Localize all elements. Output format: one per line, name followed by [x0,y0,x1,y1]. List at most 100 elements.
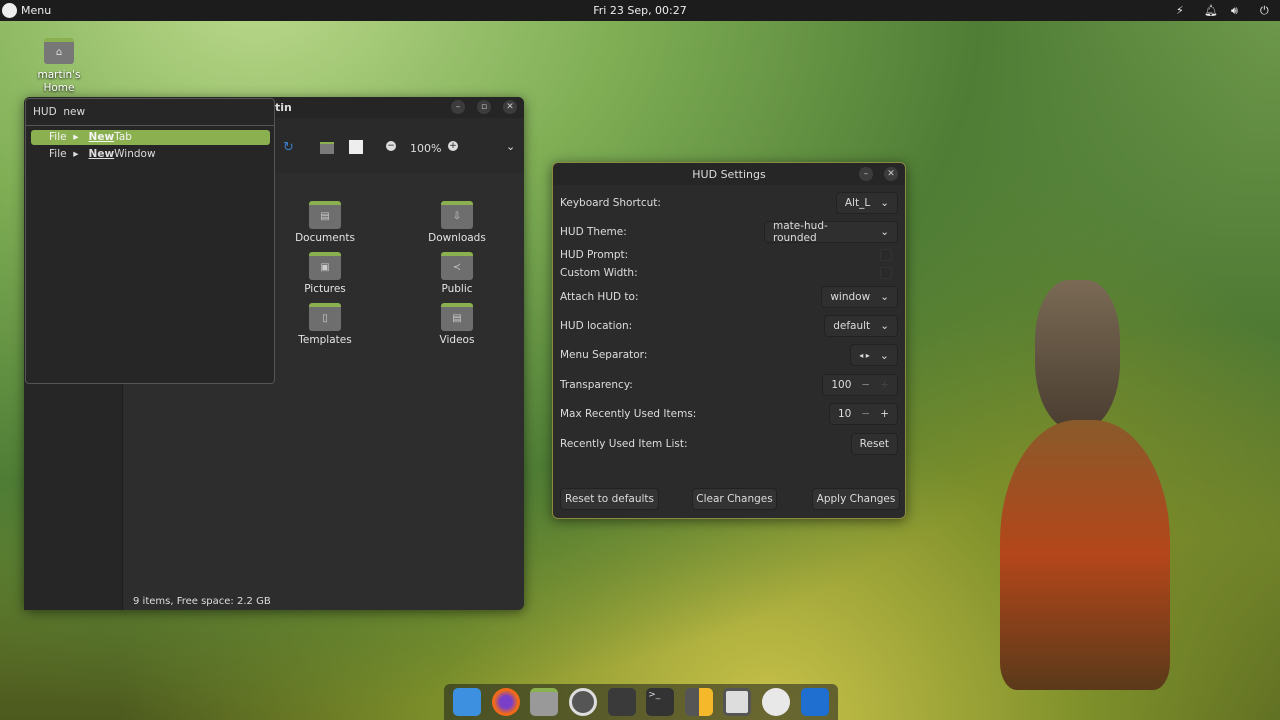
hud-location-dropdown[interactable]: default ⌄ [824,315,898,337]
clock[interactable]: Fri 23 Sep, 00:27 [0,4,1280,17]
title-bar[interactable]: HUD Settings – ✕ [553,163,905,185]
label: Recently Used Item List: [560,438,688,450]
hud-settings-window: HUD Settings – ✕ Keyboard Shortcut: Alt_L… [552,162,906,519]
pictures-folder-icon: ▣ [309,252,341,280]
label: HUD location: [560,320,633,332]
chevron-down-icon: ⌄ [880,320,889,332]
hud-theme-dropdown[interactable]: mate-hud-rounded ⌄ [764,220,898,244]
reload-icon[interactable]: ↻ [283,140,294,155]
firefox-icon[interactable] [491,688,520,716]
decrement-button[interactable]: − [861,379,870,391]
menu-button[interactable]: Menu [2,3,51,18]
computer-icon[interactable] [349,140,363,154]
chevron-down-icon: ⌄ [880,291,889,303]
share-folder-icon: ≺ [441,252,473,280]
file-manager-blue-icon[interactable] [453,688,482,716]
zoom-out-button[interactable]: − [386,141,396,151]
trash-icon[interactable] [800,688,829,716]
folder-pictures[interactable]: ▣ Pictures [280,252,370,295]
folder-downloads[interactable]: ⇩ Downloads [412,201,502,244]
label: HUD Theme: [560,226,627,238]
hud-result[interactable]: File ▸ NewWindow [31,147,270,162]
reset-defaults-button[interactable]: Reset to defaults [560,488,659,510]
system-monitor-icon[interactable] [607,688,636,716]
folder-label: Pictures [304,283,346,295]
clear-changes-button[interactable]: Clear Changes [692,488,777,510]
folder-label: Videos [439,334,475,346]
transparency-spinner[interactable]: 100− + [822,374,898,396]
chevron-down-icon[interactable]: ⌄ [506,140,515,153]
keyboard-shortcut-dropdown[interactable]: Alt_L ⌄ [835,192,898,214]
result-menu: File [49,148,67,160]
hud-prompt-checkbox[interactable] [880,249,892,261]
result-match: New [88,148,115,160]
folder-videos[interactable]: ▤ Videos [412,303,502,346]
result-item: Window [114,148,156,160]
chevron-down-icon: ⌄ [879,348,889,362]
window-title: HUD Settings [692,168,766,181]
value: ◂ ▸ [859,350,870,360]
folder-label: Downloads [428,232,486,244]
hud-query: HUD new [33,106,86,118]
label: HUD Prompt: [560,249,629,261]
download-folder-icon: ⇩ [441,201,473,229]
apply-changes-button[interactable]: Apply Changes [812,488,900,510]
folder-view-icon[interactable] [320,142,334,154]
reset-recent-button[interactable]: Reset [850,433,898,455]
calculator-icon[interactable] [684,688,713,716]
value: default [833,320,871,332]
desktop-home-icon[interactable]: ⌂ martin's Home [24,38,94,94]
label: Transparency: [560,379,633,391]
power-icon[interactable]: ⏻ [1260,4,1269,18]
value: window [830,291,871,303]
zoom-in-button[interactable]: + [448,141,458,151]
clock-icon[interactable] [762,688,791,716]
minimize-button[interactable]: – [859,167,873,181]
increment-button[interactable]: + [880,408,889,420]
folder-documents[interactable]: ▤ Documents [280,201,370,244]
top-panel: Menu Fri 23 Sep, 00:27 ⚡ 🔔︎ 🔊︎ ⏻ [0,0,1280,21]
max-recent-spinner[interactable]: 10− + [829,403,898,425]
menu-label: Menu [21,4,52,17]
label: Attach HUD to: [560,291,639,303]
folder-label: Templates [298,334,352,346]
label: Menu Separator: [560,349,648,361]
settings-icon[interactable] [569,688,598,716]
close-button[interactable]: ✕ [503,100,517,114]
folder-templates[interactable]: ▯ Templates [280,303,370,346]
notification-bell-icon[interactable]: 🔔︎ [1204,4,1218,17]
minimize-button[interactable]: – [451,100,465,114]
attach-hud-dropdown[interactable]: window ⌄ [821,286,898,308]
network-icon[interactable]: ⚡ [1176,4,1184,17]
value: 100 [831,379,852,391]
result-match: New [88,131,115,143]
folder-label: Documents [295,232,355,244]
value: 10 [838,408,852,420]
mate-logo-icon [2,3,17,18]
label: Custom Width: [560,267,638,279]
result-menu: File [49,131,67,143]
hud-popup: HUD new File ▸ NewTab File ▸ NewWindow [25,98,275,384]
custom-width-checkbox[interactable] [880,267,892,279]
hud-result-selected[interactable]: File ▸ NewTab [31,130,270,145]
window-title: tin [275,101,292,114]
volume-icon[interactable]: 🔊︎ [1231,4,1238,18]
folder-label: Public [441,283,473,295]
maximize-button[interactable]: ▫ [477,100,491,114]
hud-search-input[interactable]: HUD new [26,99,274,126]
value: mate-hud-rounded [773,220,828,244]
folder-public[interactable]: ≺ Public [412,252,502,295]
decrement-button[interactable]: − [861,408,870,420]
label: Keyboard Shortcut: [560,197,661,209]
files-icon[interactable] [530,688,559,716]
menu-separator-dropdown[interactable]: ◂ ▸ ⌄ [850,344,898,366]
chevron-down-icon: ⌄ [880,197,889,209]
home-folder-icon: ⌂ [44,38,74,64]
terminal-icon[interactable]: >_ [646,688,675,716]
value: Reset [859,438,889,450]
dock: >_ [444,684,838,720]
close-button[interactable]: ✕ [884,167,898,181]
result-item: Tab [114,131,132,143]
text-editor-icon[interactable] [723,688,752,716]
increment-button[interactable]: + [880,379,889,391]
